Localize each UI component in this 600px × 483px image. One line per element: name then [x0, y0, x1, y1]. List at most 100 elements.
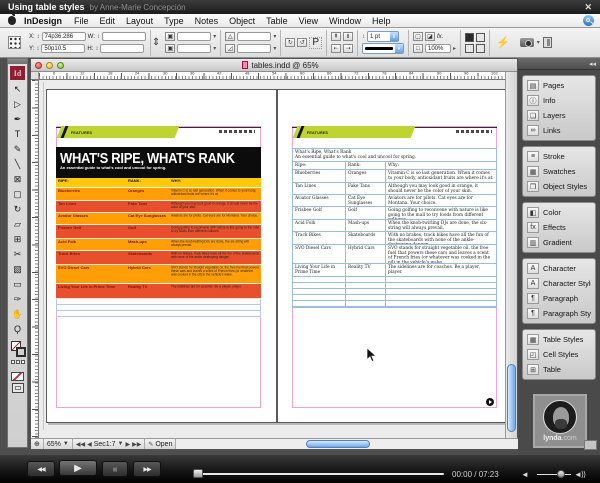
menu-file[interactable]: File	[74, 16, 89, 26]
eyedropper-tool[interactable]: ✑	[8, 292, 27, 307]
horizontal-scrollbar-thumb[interactable]	[306, 440, 371, 448]
opacity-field[interactable]: 100%	[425, 44, 451, 53]
window-resize-grip[interactable]	[584, 440, 597, 450]
table-row[interactable]: Tan Lines Fake Tans Although you may look …	[56, 201, 261, 213]
panel-pages[interactable]: ▤ Pages	[523, 78, 595, 93]
stroke-type-combo[interactable]: ▾	[362, 43, 404, 54]
menu-window[interactable]: Window	[329, 16, 361, 26]
formatting-affects-icon[interactable]	[11, 360, 15, 364]
dropdown-icon[interactable]: ▾	[213, 33, 216, 40]
table-row[interactable]: Tan Lines Fake Tans Although you may look …	[293, 183, 496, 195]
stop-button[interactable]: ■	[102, 461, 128, 477]
volume-slider[interactable]	[537, 474, 571, 475]
page-indicator[interactable]: Sec1:7	[94, 441, 116, 448]
table-row[interactable]: Blueberries Oranges Vitamin C is so last g…	[56, 188, 261, 201]
dropdown-icon[interactable]: ▾	[273, 45, 276, 52]
rotate-90-cw-icon[interactable]: ↻	[285, 38, 296, 47]
vertical-scrollbar-thumb[interactable]	[507, 364, 516, 432]
menu-indesign[interactable]: InDesign	[24, 16, 62, 26]
view-mode-button[interactable]	[11, 383, 24, 393]
stroke-swatch[interactable]	[16, 347, 26, 357]
hand-tool[interactable]: ✋	[8, 307, 27, 322]
combo-stepper-icon[interactable]: ⇕	[390, 32, 398, 41]
empty-table-row[interactable]	[56, 311, 261, 317]
dropdown-icon[interactable]: ▾	[273, 33, 276, 40]
menu-edit[interactable]: Edit	[100, 16, 116, 26]
constrain-link-icon[interactable]: ⇕	[152, 37, 160, 48]
rewind-button[interactable]: ◀◀	[27, 461, 55, 477]
seek-thumb[interactable]	[193, 469, 203, 478]
table-header-row[interactable]: Ripe: Rank: Why:	[293, 162, 496, 170]
close-window-button[interactable]	[35, 61, 42, 69]
styled-table[interactable]: RIPE: RANK: WHY: Blueberries Oranges Vitamin …	[56, 178, 261, 317]
preview-mode-button[interactable]	[476, 32, 486, 42]
preview-mode-button[interactable]	[465, 43, 475, 53]
reference-point-proxy[interactable]	[4, 30, 25, 56]
close-icon[interactable]: ✕	[584, 2, 592, 13]
table-row[interactable]: SVO Diesel Cars Hybrid Cars SVO stands for…	[293, 245, 496, 264]
dropdown-icon[interactable]: ▾	[537, 39, 540, 46]
rotate-90-ccw-icon[interactable]: ↺	[297, 38, 308, 47]
dropdown-icon[interactable]: ▼	[118, 441, 124, 447]
gradient-tool[interactable]: ▧	[8, 262, 27, 277]
control-panel-menu-icon[interactable]	[542, 37, 552, 48]
menu-table[interactable]: Table	[266, 16, 288, 26]
panel-stroke[interactable]: ≡ Stroke	[523, 149, 595, 164]
tools-panel-grip[interactable]	[8, 59, 27, 64]
preview-mode-button[interactable]	[476, 43, 486, 53]
table-row[interactable]: Track Bikes Skateboards With no brakes, tr…	[293, 232, 496, 245]
panel-paragraph[interactable]: ¶ Paragraph	[523, 291, 595, 306]
apply-gradient-icon[interactable]	[21, 360, 25, 364]
pasteboard[interactable]: FEATURES WHAT'S RIPE, WHAT'S RANK An ess…	[39, 80, 507, 440]
stepper-icon[interactable]: ↕	[37, 34, 40, 40]
table-row[interactable]: Living Your Life in Prime Time Reality TV…	[293, 264, 496, 277]
type-tool[interactable]: T	[8, 127, 27, 142]
corner-options-icon[interactable]: ▢	[413, 32, 423, 41]
w-field[interactable]	[101, 32, 146, 41]
vertical-ruler[interactable]	[31, 80, 39, 440]
panel-cell-styles[interactable]: ◰ Cell Styles	[523, 347, 595, 362]
menu-view[interactable]: View	[299, 16, 318, 26]
empty-table-row[interactable]	[293, 301, 496, 307]
panel-paragraph-styles[interactable]: ¶Paragraph Styles	[523, 306, 595, 321]
table-row[interactable]: Acid Folk Mash-ups When the knob-twirling …	[56, 239, 261, 251]
panel-links[interactable]: ∞ Links	[523, 123, 595, 138]
version-cue-status[interactable]: ✎ Open	[145, 439, 177, 449]
select-content-icon[interactable]: ⇟	[343, 32, 353, 41]
stepper-icon[interactable]: ↕	[36, 46, 39, 52]
selection-tool[interactable]: ↖	[8, 82, 27, 97]
scissors-tool[interactable]: ✂	[8, 247, 27, 262]
last-page-icon[interactable]: ▶▶	[132, 441, 141, 448]
table-row[interactable]: Acid Folk Mash-ups When the knob-twirling …	[293, 220, 496, 232]
drop-shadow-icon[interactable]: ◪	[425, 32, 435, 41]
panel-swatches[interactable]: ▦ Swatches	[523, 164, 595, 179]
select-previous-icon[interactable]: ⇠	[331, 44, 341, 53]
play-button[interactable]: ▶	[59, 460, 97, 476]
zoom-window-button[interactable]	[57, 61, 64, 69]
panel-table[interactable]: ⊞ Table	[523, 362, 595, 377]
panel-effects[interactable]: fx Effects	[523, 220, 595, 235]
shear-field[interactable]	[237, 44, 272, 53]
rotate-tool[interactable]: ↻	[8, 202, 27, 217]
panel-info[interactable]: ⓘ Info	[523, 93, 595, 108]
stepper-icon[interactable]: ↕	[362, 34, 365, 40]
menu-object[interactable]: Object	[229, 16, 255, 26]
table-row[interactable]: Blueberries Oranges Vitamin C is so last g…	[293, 170, 496, 183]
panel-gradient[interactable]: ▥ Gradient	[523, 235, 595, 250]
note-tool[interactable]: ▭	[8, 277, 27, 292]
y-field[interactable]: 50p10.5	[41, 44, 86, 53]
table-row[interactable]: Living Your Life in Prime Time Reality TV…	[56, 284, 261, 299]
pen-tool[interactable]: ✒	[8, 112, 27, 127]
table-row[interactable]: Aviator Glasses Cat Eye Sunglasses Aviator…	[56, 213, 261, 225]
stepper-icon[interactable]: ↕	[97, 34, 100, 40]
ruler-corner[interactable]	[31, 72, 39, 80]
story-title-block[interactable]: What's Ripe, What's Rank An essential gui…	[293, 149, 496, 162]
apply-color-icon[interactable]	[16, 360, 20, 364]
horizontal-ruler[interactable]: 6 12 18 24 30 36 42 48 54 60 66 72 78 84 90 96 102	[39, 71, 507, 80]
table-header-row[interactable]: RIPE: RANK: WHY:	[56, 178, 261, 188]
zoom-level-combo[interactable]: 65% ▼	[44, 439, 73, 449]
scale-y-field[interactable]	[177, 44, 212, 53]
stroke-weight-combo[interactable]: 1 pt ⇕	[367, 31, 399, 42]
stepper-icon[interactable]: ↕	[95, 46, 98, 52]
panel-layers[interactable]: ❏ Layers	[523, 108, 595, 123]
